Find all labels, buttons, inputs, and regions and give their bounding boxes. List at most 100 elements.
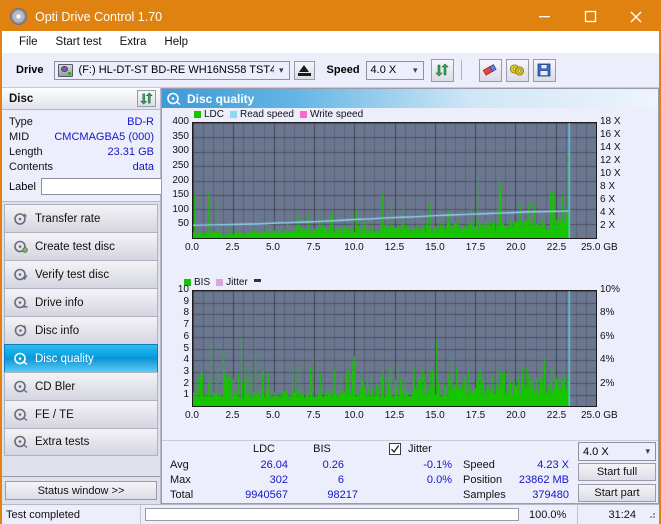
disc-info-icon: [14, 324, 28, 338]
app-disc-icon: [10, 8, 27, 25]
legend-item-write-speed: Write speed: [300, 109, 363, 120]
optical-drive-icon: [58, 64, 73, 77]
ldc-plot-area[interactable]: [192, 122, 597, 239]
ldc-chart: LDC Read speed Write speed 5010015020025…: [162, 108, 658, 278]
y-tick-350: 350: [162, 131, 189, 142]
save-button[interactable]: [533, 59, 556, 82]
sidebar-item-drive-info[interactable]: Drive info: [4, 288, 158, 316]
stats-max-ldc: 302: [222, 474, 288, 486]
minimize-icon[interactable]: [521, 2, 567, 31]
sidebar-item-disc-info[interactable]: Disc info: [4, 316, 158, 344]
start-part-button[interactable]: Start part: [578, 484, 656, 502]
x-tick-25: 25.0 GB: [581, 242, 613, 253]
disc-refresh-button[interactable]: [137, 90, 156, 107]
speed-select[interactable]: 4.0 X ▾: [366, 61, 424, 80]
y2-tick-4: 4 X: [600, 207, 615, 218]
menu-item-help[interactable]: Help: [155, 34, 197, 50]
eject-icon: [298, 65, 311, 76]
stats-col-bis: BIS: [300, 443, 344, 455]
resize-grip[interactable]: [646, 509, 657, 520]
x-tick-7.5: 7.5: [298, 242, 330, 253]
test-speed-select[interactable]: 4.0 X ▾: [578, 442, 656, 461]
bis-chart: BIS Jitter 12345678910 2%4%6%8%10% 0.02.…: [162, 276, 658, 441]
x-tick-22.5: 22.5: [541, 410, 573, 421]
y2-tick-8: 8%: [600, 307, 614, 318]
legend-swatch-jitter: [216, 279, 223, 286]
x-tick-10: 10.0: [338, 410, 370, 421]
y2-tick-16: 16 X: [600, 129, 621, 140]
x-tick-0: 0.0: [176, 410, 208, 421]
sidebar-item-verify-test-disc[interactable]: Verify test disc: [4, 260, 158, 288]
x-tick-15: 15.0: [419, 410, 451, 421]
sidebar-item-label: Disc info: [35, 325, 79, 337]
status-window-button[interactable]: Status window >>: [5, 481, 157, 500]
maximize-icon[interactable]: [567, 2, 613, 31]
x-tick-2.5: 2.5: [217, 242, 249, 253]
disc-info-row-length: Length 23.31 GB: [9, 144, 154, 159]
refresh-icon: [435, 63, 449, 77]
x-tick-2.5: 2.5: [217, 410, 249, 421]
sidebar-item-create-test-disc[interactable]: Create test disc: [4, 232, 158, 260]
y2-tick-18: 18 X: [600, 116, 621, 127]
sidebar-item-transfer-rate[interactable]: Transfer rate: [4, 204, 158, 232]
menu-item-extra[interactable]: Extra: [111, 34, 156, 50]
legend-item-ldc: LDC: [194, 109, 224, 120]
legend-swatch-write-speed: [300, 111, 307, 118]
legend-swatch-read-speed: [230, 111, 237, 118]
x-tick-7.5: 7.5: [298, 410, 330, 421]
x-tick-12.5: 12.5: [379, 410, 411, 421]
y2-tick-10: 10 X: [600, 168, 621, 179]
start-full-button[interactable]: Start full: [578, 463, 656, 481]
sidebar-item-label: FE / TE: [35, 409, 74, 421]
fe-te-icon: [14, 408, 28, 422]
refresh-button[interactable]: [431, 59, 454, 82]
stats-row-avg: Avg: [170, 459, 189, 471]
x-tick-15: 15.0: [419, 242, 451, 253]
disc-type-value: BD-R: [127, 116, 154, 128]
y-tick-300: 300: [162, 145, 189, 156]
y-tick-8: 8: [162, 307, 189, 318]
jitter-checkbox[interactable]: [389, 443, 401, 455]
sidebar-item-cd-bler[interactable]: CD Bler: [4, 372, 158, 400]
stats-speed-value: 4.23 X: [503, 459, 569, 471]
disc-tools-button[interactable]: [506, 59, 529, 82]
disc-contents-value: data: [133, 161, 154, 173]
extra-tests-icon: [14, 435, 28, 449]
y-tick-200: 200: [162, 175, 189, 186]
app-window: Opti Drive Control 1.70 File Start test …: [0, 0, 661, 524]
status-bar: Test completed 100.0% 31:24: [2, 504, 659, 524]
y2-tick-4: 4%: [600, 354, 614, 365]
status-message: Test completed: [2, 509, 140, 521]
sidebar-item-extra-tests[interactable]: Extra tests: [4, 428, 158, 456]
menu-item-file[interactable]: File: [10, 34, 47, 50]
legend-swatch-ldc: [194, 111, 201, 118]
close-icon[interactable]: [613, 2, 659, 31]
progress-wrap: [141, 508, 523, 521]
stats-position-value: 23862 MB: [503, 474, 569, 486]
erase-button[interactable]: [479, 59, 502, 82]
stats-row-total: Total: [170, 489, 193, 501]
x-tick-22.5: 22.5: [541, 242, 573, 253]
sidebar-item-label: CD Bler: [35, 381, 75, 393]
jitter-max-value: 0.0%: [362, 474, 452, 486]
sidebar-item-fe-te[interactable]: FE / TE: [4, 400, 158, 428]
drive-select[interactable]: (F:) HL-DT-ST BD-RE WH16NS58 TST4 ▾: [54, 61, 290, 80]
jitter-avg-value: -0.1%: [362, 459, 452, 471]
disc-mid-value: CMCMAGBA5 (000): [54, 131, 154, 143]
eject-button[interactable]: [294, 61, 315, 80]
menu-item-start-test[interactable]: Start test: [47, 34, 111, 50]
save-icon: [537, 63, 551, 77]
bis-plot-area[interactable]: [192, 290, 597, 407]
sidebar: Disc Type BD-R MID CMCMAGBA5 (000): [2, 88, 161, 504]
sidebar-item-disc-quality[interactable]: Disc quality: [4, 344, 158, 372]
y2-tick-12: 12 X: [600, 155, 621, 166]
stats-position-label: Position: [463, 474, 502, 486]
stats-max-bis: 6: [296, 474, 344, 486]
y-tick-2: 2: [162, 378, 189, 389]
y-tick-150: 150: [162, 189, 189, 200]
disc-length-value: 23.31 GB: [108, 146, 154, 158]
elapsed-time: 31:24: [578, 509, 646, 521]
disc-transfer-icon: [14, 212, 28, 226]
stats-panel: LDC BIS Avg Max Total 26.04 302 9940567 …: [162, 440, 658, 503]
legend-marker-extra: [254, 279, 261, 282]
